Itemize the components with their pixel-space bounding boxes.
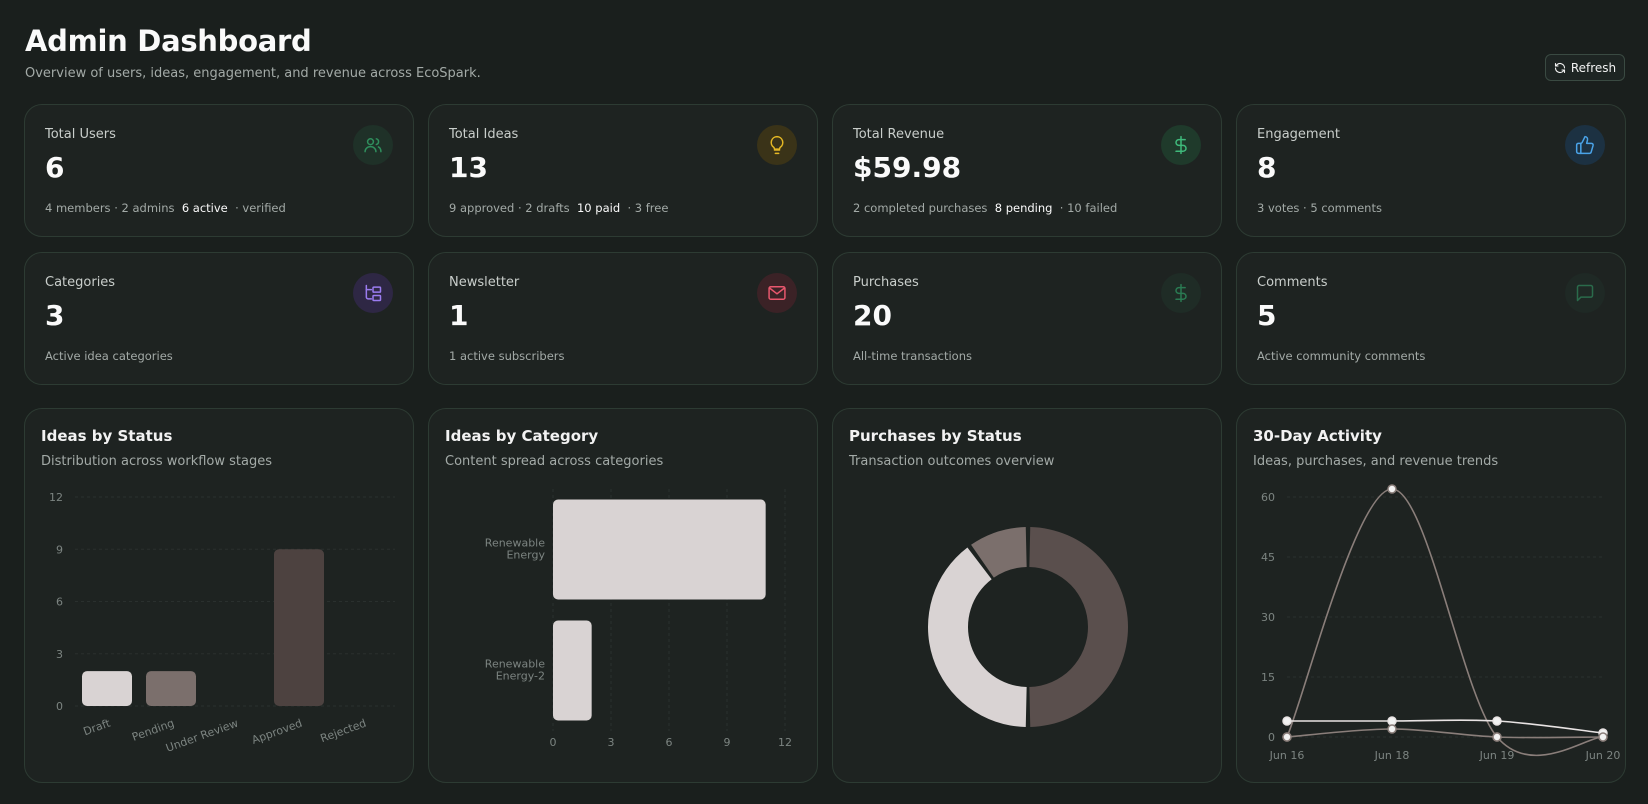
stat-note: Active community comments [1257, 349, 1426, 363]
refresh-label: Refresh [1570, 60, 1617, 75]
x-tick-label: Jun 18 [1374, 749, 1410, 762]
x-tick-label: Jun 19 [1479, 749, 1515, 762]
stat-value: 20 [853, 299, 892, 332]
x-tick-label: Draft [82, 716, 113, 738]
dollar-icon [1161, 125, 1201, 165]
bar [82, 671, 132, 706]
donut-slice [927, 547, 1027, 727]
stat-note: Active idea categories [45, 349, 173, 363]
stat-card-purchases: Purchases 20 All-time transactions [832, 252, 1222, 385]
stat-card-total-users: Total Users 6 4 members · 2 admins 6 act… [24, 104, 414, 237]
stat-value: 8 [1257, 151, 1277, 184]
stat-label: Categories [45, 275, 116, 290]
mail-icon [757, 273, 797, 313]
x-tick-label: Approved [250, 717, 304, 747]
purchases-by-status-chart [927, 527, 1128, 727]
series-point [1387, 716, 1397, 726]
users-icon [353, 125, 393, 165]
stat-card-newsletter: Newsletter 1 1 active subscribers [428, 252, 818, 385]
folder-tree-icon [353, 273, 393, 313]
stat-value: 13 [449, 151, 488, 184]
series-line [1286, 728, 1604, 739]
y-tick-label: Energy-2 [496, 670, 545, 683]
y-tick-label: 12 [49, 491, 63, 504]
y-tick-label: 30 [1261, 611, 1275, 624]
y-tick-label: 0 [1268, 731, 1275, 744]
stat-label: Purchases [853, 275, 919, 290]
stat-label: Newsletter [449, 275, 520, 290]
series-point [1387, 724, 1397, 734]
x-tick-label: 3 [608, 736, 615, 749]
series-point [1387, 484, 1397, 494]
refresh-icon [1554, 62, 1565, 73]
x-tick-label: 0 [550, 736, 557, 749]
stat-note: 1 active subscribers [449, 349, 565, 363]
stat-value: 6 [45, 151, 65, 184]
dollar-icon [1161, 273, 1201, 313]
stat-card-total-ideas: Total Ideas 13 9 approved · 2 drafts 10 … [428, 104, 818, 237]
page-title: Admin Dashboard [25, 24, 312, 58]
x-tick-label: Jun 16 [1269, 749, 1305, 762]
stat-card-total-revenue: Total Revenue $59.98 2 completed purchas… [832, 104, 1222, 237]
donut-slice [1029, 527, 1128, 727]
page-header: Admin Dashboard Overview of users, ideas… [25, 24, 481, 81]
stat-note: 3 votes · 5 comments [1257, 201, 1382, 215]
stat-label: Engagement [1257, 127, 1340, 142]
y-tick-label: 60 [1261, 491, 1275, 504]
lightbulb-icon [757, 125, 797, 165]
ideas-by-status-chart: 036912Draft PendingUnder Review Approved Re… [49, 491, 395, 755]
chart-card-ideas-by-status: Ideas by Status Distribution across work… [24, 408, 414, 783]
chart-card-purchases-by-status: Purchases by Status Transaction outcomes… [832, 408, 1222, 783]
page-subtitle: Overview of users, ideas, engagement, an… [25, 66, 481, 81]
stat-label: Total Revenue [853, 127, 945, 142]
y-tick-label: 15 [1261, 671, 1275, 684]
y-tick-label: 6 [56, 596, 63, 609]
series-point [1282, 716, 1292, 726]
series-point [1492, 732, 1502, 742]
y-tick-label: 9 [56, 543, 63, 556]
stat-label: Total Ideas [449, 127, 519, 142]
message-square-icon [1565, 273, 1605, 313]
series-line [1286, 488, 1604, 757]
x-tick-label: 9 [724, 736, 731, 749]
stat-note: 4 members · 2 admins 6 active · verified [45, 201, 286, 215]
stat-label: Total Users [45, 127, 116, 142]
x-tick-label: Under Review [164, 717, 240, 755]
x-tick-label: Rejected [319, 717, 368, 746]
chart-card-30-day-activity: 30-Day Activity Ideas, purchases, and re… [1236, 408, 1626, 783]
stat-label: Comments [1257, 275, 1328, 290]
thumbs-up-icon [1565, 125, 1605, 165]
y-tick-label: 45 [1261, 551, 1275, 564]
stat-card-categories: Categories 3 Active idea categories [24, 252, 414, 385]
ideas-by-category-chart: 0 3 6 9 12RenewableEnergyRenewableEnergy-2 [485, 489, 792, 749]
stat-card-comments: Comments 5 Active community comments [1236, 252, 1626, 385]
stat-value: 3 [45, 299, 65, 332]
bar [146, 671, 196, 706]
stat-note: 2 completed purchases 8 pending · 10 fai… [853, 201, 1118, 215]
bar [553, 499, 766, 600]
y-tick-label: 0 [56, 700, 63, 713]
stat-value: $59.98 [853, 151, 962, 184]
stat-value: 5 [1257, 299, 1277, 332]
x-tick-label: 6 [666, 736, 673, 749]
bar [553, 620, 592, 721]
series-point [1492, 716, 1502, 726]
activity-chart: 0 15 30 45 60 Jun 16 Jun 18 Jun 19 Jun 20 [1261, 484, 1621, 762]
y-tick-label: 3 [56, 648, 63, 661]
x-tick-label: Jun 20 [1585, 749, 1621, 762]
series-point [1282, 732, 1292, 742]
refresh-button[interactable]: Refresh [1545, 54, 1625, 81]
chart-card-ideas-by-category: Ideas by Category Content spread across … [428, 408, 818, 783]
y-tick-label: Energy [506, 549, 545, 562]
stat-note: 9 approved · 2 drafts 10 paid · 3 free [449, 201, 669, 215]
bar [274, 549, 324, 706]
stat-card-engagement: Engagement 8 3 votes · 5 comments [1236, 104, 1626, 237]
series-point [1598, 732, 1608, 742]
stat-value: 1 [449, 299, 469, 332]
stat-note: All-time transactions [853, 349, 972, 363]
x-tick-label: 12 [778, 736, 792, 749]
series-line [1286, 719, 1604, 734]
